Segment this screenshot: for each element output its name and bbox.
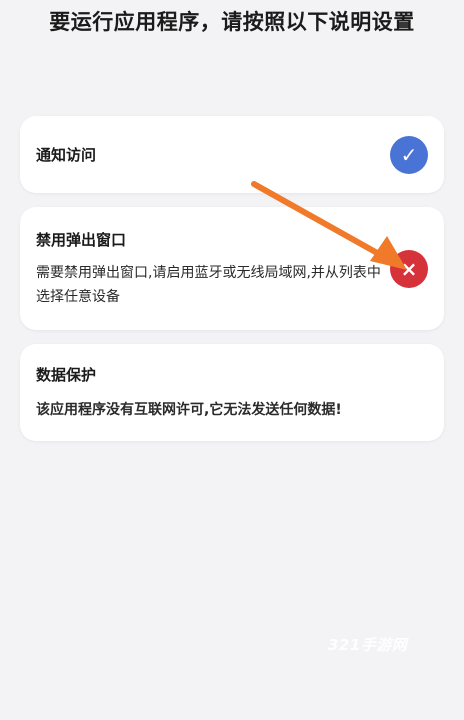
- page-title: 要运行应用程序，请按照以下说明设置: [49, 10, 415, 34]
- info-title: 数据保护: [36, 366, 97, 384]
- info-description: 该应用程序没有互联网许可,它无法发送任何数据!: [36, 402, 342, 418]
- watermark: 321手游网: [328, 636, 408, 654]
- permission-description: 需要禁用弹出窗口,请启用蓝牙或无线局域网,并从列表中选择任意设备: [36, 265, 381, 305]
- close-icon[interactable]: ×: [390, 250, 428, 288]
- permission-title: 通知访问: [36, 146, 97, 164]
- check-icon[interactable]: ✓: [390, 136, 428, 174]
- permission-card-disable-popups[interactable]: 禁用弹出窗口 需要禁用弹出窗口,请启用蓝牙或无线局域网,并从列表中选择任意设备 …: [20, 207, 444, 330]
- info-card-data-protection: 数据保护 该应用程序没有互联网许可,它无法发送任何数据!: [20, 344, 444, 441]
- permission-title: 禁用弹出窗口: [36, 231, 127, 249]
- permission-card-notification-access[interactable]: 通知访问 ✓: [20, 116, 444, 193]
